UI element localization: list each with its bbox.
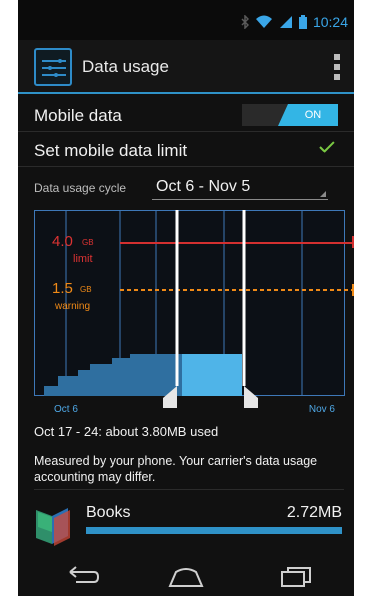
cycle-value: Oct 6 - Nov 5	[156, 178, 251, 195]
axis-end-label: Nov 6	[308, 404, 335, 415]
mobile-data-toggle[interactable]: ON	[242, 104, 338, 126]
limit-handle[interactable]	[352, 236, 354, 248]
data-usage-cycle-spinner[interactable]: Oct 6 - Nov 5	[152, 176, 328, 200]
action-bar: Data usage	[18, 40, 354, 94]
back-icon[interactable]	[62, 564, 102, 588]
axis-start-label: Oct 6	[54, 404, 78, 415]
page-title: Data usage	[82, 57, 169, 76]
books-app-icon	[36, 508, 70, 546]
phone-screen: 10:24 Data usage Mobile data ON Set mobi…	[18, 0, 354, 596]
status-icons: 10:24	[241, 14, 348, 30]
home-icon[interactable]	[166, 564, 206, 588]
app-usage-row[interactable]: Books 2.72MB	[18, 494, 354, 546]
warning-unit: GB	[80, 285, 92, 294]
recent-apps-icon[interactable]	[276, 564, 316, 588]
spinner-arrow-icon	[320, 191, 326, 197]
status-bar: 10:24	[18, 0, 354, 40]
mobile-data-row[interactable]: Mobile data ON	[18, 98, 354, 132]
carrier-notice: Measured by your phone. Your carrier's d…	[34, 454, 318, 484]
data-usage-settings-icon[interactable]	[34, 48, 72, 86]
data-usage-chart[interactable]	[34, 210, 354, 422]
mobile-data-label: Mobile data	[34, 106, 122, 125]
app-usage-bar	[86, 527, 342, 534]
warning-label: warning	[55, 301, 91, 312]
overflow-menu-icon[interactable]	[334, 54, 340, 80]
signal-icon	[279, 16, 292, 28]
set-data-limit-row[interactable]: Set mobile data limit	[18, 133, 354, 167]
wifi-icon	[255, 15, 272, 28]
app-name: Books	[86, 504, 131, 521]
limit-label: limit	[73, 253, 93, 265]
limit-unit: GB	[82, 238, 94, 247]
app-usage-size: 2.72MB	[286, 504, 342, 521]
usage-summary: Oct 17 - 24: about 3.80MB used	[34, 424, 219, 439]
toggle-on-label: ON	[278, 104, 338, 126]
bluetooth-icon	[241, 15, 249, 29]
navigation-bar	[18, 556, 354, 596]
warning-value: 1.5	[52, 280, 73, 297]
checkmark-icon[interactable]	[318, 142, 336, 154]
set-data-limit-label: Set mobile data limit	[34, 141, 188, 160]
divider	[34, 489, 344, 490]
selected-range-usage	[182, 354, 242, 396]
status-time: 10:24	[312, 14, 348, 30]
data-usage-cycle-label: Data usage cycle	[34, 181, 127, 195]
usage-chart-svg	[34, 210, 354, 408]
battery-icon	[298, 15, 307, 29]
warning-handle[interactable]	[352, 284, 354, 296]
limit-value: 4.0	[52, 233, 73, 250]
